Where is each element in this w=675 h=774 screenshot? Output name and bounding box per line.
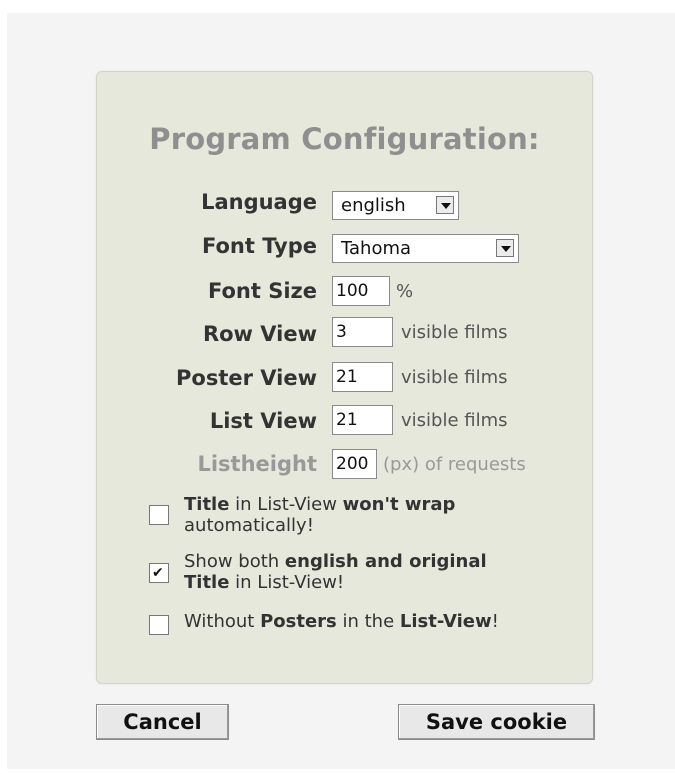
option-strong: english and original [284, 551, 487, 572]
font-type-label: Font Type [201, 234, 317, 258]
option-strong-title: Title [184, 572, 230, 593]
font-type-value: Tahoma [341, 238, 412, 259]
dialog-title: Program Configuration: [149, 122, 540, 156]
option-strong: List-View [399, 611, 492, 632]
listheight-label: Listheight [197, 452, 317, 476]
without-posters-option-label: Without Posters in the List-View! [184, 611, 544, 632]
list-view-label: List View [209, 409, 317, 433]
font-size-input[interactable]: 100 [332, 276, 390, 306]
option-strong: Posters [260, 611, 337, 632]
chevron-down-icon[interactable] [436, 196, 454, 214]
row-view-label: Row View [202, 322, 317, 346]
option-text: automatically! [184, 515, 314, 536]
option-strong-title: Title [184, 494, 230, 515]
without-posters-checkbox[interactable] [149, 615, 169, 635]
font-size-unit: % [396, 281, 414, 302]
save-cookie-button[interactable]: Save cookie [398, 704, 595, 740]
language-select[interactable]: english [332, 191, 459, 220]
show-both-titles-option-label: Show both english and original Title in … [184, 551, 544, 593]
no-wrap-option-label: Title in List-View won't wrap automatica… [184, 494, 544, 536]
row-view-input[interactable]: 3 [332, 317, 393, 347]
poster-view-suffix: visible films [401, 367, 508, 388]
listheight-input[interactable]: 200 [332, 449, 377, 479]
option-text: Show both [184, 551, 285, 572]
listheight-suffix: (px) of requests [383, 454, 526, 475]
chevron-down-icon[interactable] [496, 239, 514, 257]
show-both-titles-checkbox[interactable]: ✔ [149, 563, 169, 583]
option-strong: won't wrap [342, 494, 456, 515]
option-text: ! [491, 611, 499, 632]
checkmark-icon: ✔ [152, 565, 164, 581]
option-text: Without [184, 611, 261, 632]
option-text: in List-View [229, 494, 343, 515]
option-text: in List-View! [229, 572, 345, 593]
option-text: in the [336, 611, 400, 632]
row-view-suffix: visible films [401, 322, 508, 343]
poster-view-input[interactable]: 21 [332, 362, 393, 392]
font-type-select[interactable]: Tahoma [332, 234, 519, 263]
poster-view-label: Poster View [176, 366, 317, 390]
list-view-input[interactable]: 21 [332, 405, 393, 435]
cancel-button[interactable]: Cancel [96, 704, 229, 740]
no-wrap-checkbox[interactable] [149, 505, 169, 525]
language-label: Language [201, 190, 317, 214]
font-size-label: Font Size [207, 279, 317, 303]
list-view-suffix: visible films [401, 410, 508, 431]
language-value: english [341, 195, 406, 216]
